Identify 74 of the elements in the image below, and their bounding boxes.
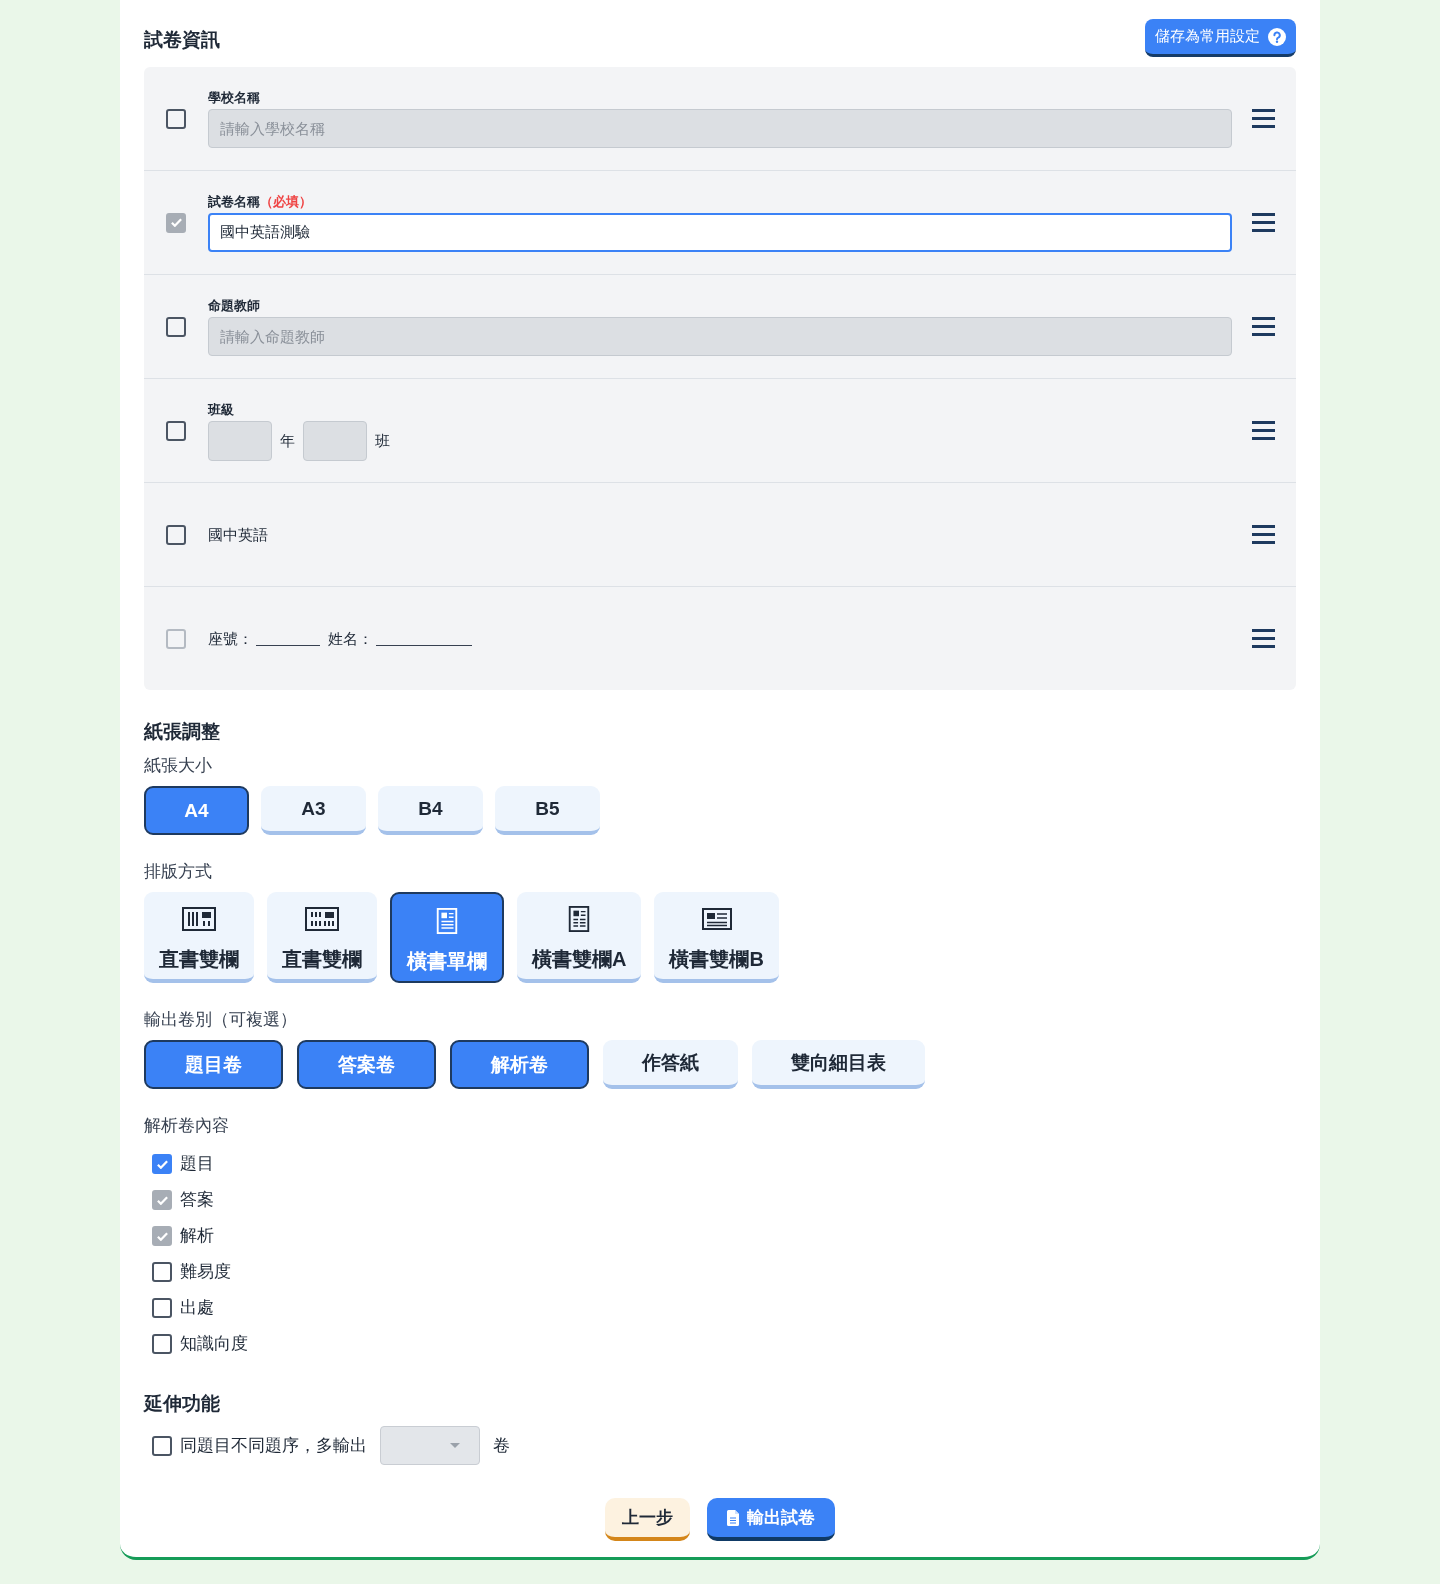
group-label: 排版方式	[144, 861, 212, 883]
checkbox[interactable]	[152, 1154, 172, 1174]
text-input[interactable]: 請輸入學校名稱	[208, 109, 1232, 148]
caret-icon	[450, 1443, 460, 1448]
menu-icon[interactable]	[1252, 109, 1275, 128]
fill-in-line	[256, 644, 320, 646]
output-type-option[interactable]: 題目卷	[144, 1040, 283, 1089]
vertical-columns-icon	[182, 906, 216, 932]
menu-icon[interactable]	[1252, 629, 1275, 648]
checkbox-label: 答案	[180, 1189, 214, 1211]
checkmark-icon	[156, 1195, 168, 1205]
checkbox-label: 出處	[180, 1297, 214, 1319]
paper-size-option[interactable]: A3	[261, 786, 366, 835]
checkbox[interactable]	[166, 524, 186, 545]
document-icon	[568, 906, 591, 932]
layout-option[interactable]: 直書雙欄	[144, 892, 254, 983]
layout-option[interactable]: 橫書單欄	[390, 892, 504, 983]
checkbox[interactable]	[152, 1262, 172, 1282]
field-label: 命題教師	[208, 297, 260, 315]
group-label: 紙張大小	[144, 755, 212, 777]
checkmark-icon	[156, 1231, 168, 1241]
back-button[interactable]: 上一步	[605, 1498, 690, 1541]
landscape-document-icon	[701, 906, 732, 932]
layout-option[interactable]: 橫書雙欄B	[654, 892, 779, 983]
unit-label: 年	[280, 430, 295, 451]
document-icon	[436, 908, 458, 934]
menu-icon[interactable]	[1252, 213, 1275, 232]
checkbox-label: 題目	[180, 1153, 214, 1175]
output-type-option[interactable]: 作答紙	[603, 1040, 738, 1089]
field-label: 班級	[208, 400, 234, 419]
checkbox[interactable]	[152, 1298, 172, 1318]
output-type-option[interactable]: 雙向細目表	[752, 1040, 925, 1089]
output-type-option[interactable]: 解析卷	[450, 1040, 589, 1089]
save-settings-button[interactable]: 儲存為常用設定	[1145, 19, 1296, 57]
unit-label: 班	[375, 430, 390, 451]
input-field[interactable]	[303, 420, 367, 461]
layout-option[interactable]: 直書雙欄	[267, 892, 377, 983]
checkmark-icon	[170, 218, 182, 227]
menu-icon[interactable]	[1252, 317, 1275, 336]
checkbox-label: 知識向度	[180, 1333, 248, 1355]
group-label: 解析卷內容	[144, 1115, 229, 1137]
menu-icon[interactable]	[1252, 421, 1275, 440]
section-title: 延伸功能	[144, 1392, 220, 1416]
file-icon	[727, 1509, 739, 1526]
checkbox-label: 同題目不同題序，多輸出	[180, 1434, 367, 1457]
help-icon	[1268, 27, 1286, 46]
export-button[interactable]: 輸出試卷	[707, 1498, 835, 1541]
output-type-option[interactable]: 答案卷	[297, 1040, 436, 1089]
layout-option[interactable]: 橫書雙欄A	[517, 892, 642, 983]
subject-text: 國中英語	[208, 525, 268, 543]
field-label: 學校名稱	[208, 89, 260, 107]
blank-label: 座號：	[208, 628, 253, 649]
section-title: 紙張調整	[144, 720, 220, 744]
menu-icon[interactable]	[1252, 525, 1275, 544]
text-input[interactable]: 請輸入命題教師	[208, 317, 1232, 356]
checkbox-label: 難易度	[180, 1261, 231, 1283]
input-field[interactable]	[208, 420, 272, 461]
required-note: （必填）	[260, 193, 312, 211]
vertical-grid-icon	[305, 906, 339, 932]
paper-size-option[interactable]: B4	[378, 786, 483, 835]
checkbox[interactable]	[152, 1435, 172, 1456]
unit-label: 卷	[493, 1434, 510, 1457]
field-label: 試卷名稱	[208, 193, 260, 211]
blank-label: 姓名：	[328, 628, 373, 649]
group-label: 輸出卷別（可複選）	[144, 1009, 297, 1031]
checkbox[interactable]	[166, 316, 186, 337]
checkbox[interactable]	[166, 108, 186, 129]
paper-size-option[interactable]: A4	[144, 786, 249, 835]
checkbox[interactable]	[152, 1334, 172, 1354]
checkbox[interactable]	[166, 420, 186, 441]
paper-size-option[interactable]: B5	[495, 786, 600, 835]
section-title: 試卷資訊	[144, 28, 220, 52]
checkmark-icon	[156, 1159, 168, 1169]
checkbox-label: 解析	[180, 1225, 214, 1247]
